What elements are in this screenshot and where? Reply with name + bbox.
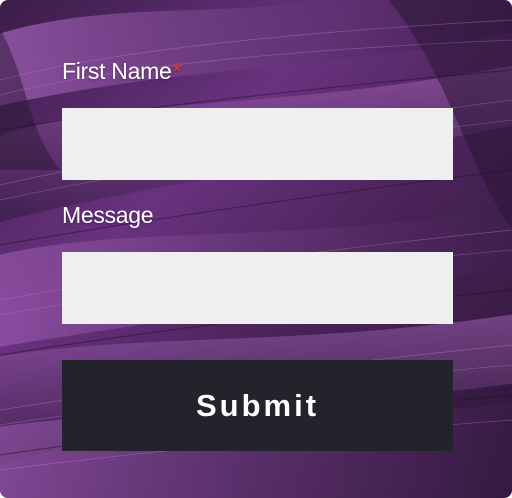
message-input[interactable]: [62, 252, 453, 324]
first-name-input[interactable]: [62, 108, 453, 180]
first-name-label: First Name*: [62, 57, 181, 85]
submit-button[interactable]: Submit: [62, 360, 453, 451]
contact-form: First Name* Message Submit: [0, 0, 512, 498]
first-name-label-text: First Name: [62, 58, 172, 84]
required-marker: *: [172, 58, 182, 84]
message-label-text: Message: [62, 202, 154, 228]
message-label: Message: [62, 201, 154, 229]
